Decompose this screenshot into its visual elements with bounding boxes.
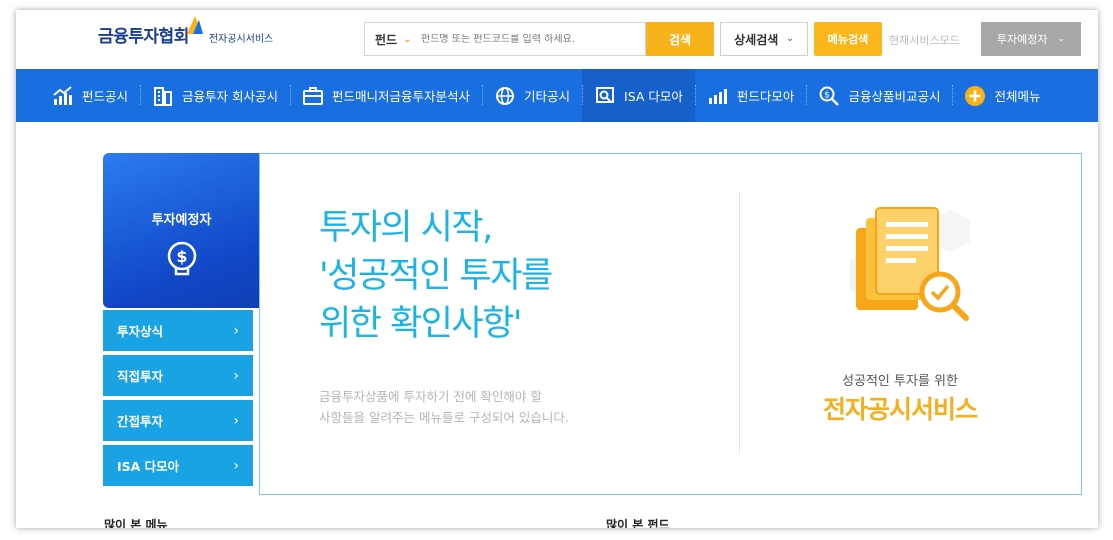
nav-item-all-menu[interactable]: 전체메뉴 bbox=[952, 69, 1052, 122]
advanced-search-label: 상세검색 bbox=[734, 32, 779, 47]
nav-item-company-disclosure[interactable]: 금융투자 회사공시 bbox=[140, 69, 290, 122]
side-item-indirect-investment[interactable]: 간접투자 › bbox=[103, 400, 253, 441]
side-item-label: ISA 다모아 bbox=[117, 459, 180, 474]
hero-line: 위한 확인사항' bbox=[319, 304, 522, 344]
service-mode-select[interactable]: 투자예정자 ⌄ bbox=[981, 22, 1081, 56]
description-line: 금융투자상품에 투자하기 전에 확인해야 할 bbox=[319, 389, 542, 404]
service-mode-label: 현재서비스모드 bbox=[889, 34, 960, 47]
right-brand-title: 전자공시서비스 bbox=[822, 395, 978, 424]
menu-search-button[interactable]: 메뉴검색 bbox=[814, 22, 882, 56]
hero-headline: 투자의 시작, '성공적인 투자를 위한 확인사항' bbox=[319, 204, 553, 348]
chevron-down-icon: ⌄ bbox=[786, 34, 794, 44]
nav-item-other-disclosure[interactable]: 기타공시 bbox=[482, 69, 582, 122]
document-search-illustration-icon bbox=[850, 207, 970, 321]
search-document-icon bbox=[594, 85, 616, 107]
nav-item-fund-manager[interactable]: 펀드매니저금융투자분석사 bbox=[290, 69, 482, 122]
chevron-down-icon: ⌄ bbox=[1057, 34, 1066, 44]
main-banner: 투자의 시작, '성공적인 투자를 위한 확인사항' 금융투자상품에 투자하기 … bbox=[259, 153, 1082, 495]
logo-mark-icon bbox=[186, 16, 203, 34]
magnify-dollar-icon: $ bbox=[818, 85, 840, 107]
right-caption: 성공적인 투자를 위한 bbox=[842, 374, 958, 389]
plus-circle-icon bbox=[964, 85, 986, 107]
advanced-search-button[interactable]: 상세검색 ⌄ bbox=[720, 22, 808, 56]
chevron-right-icon: › bbox=[233, 367, 239, 384]
chart-growth-icon bbox=[52, 85, 74, 107]
side-item-investment-knowledge[interactable]: 투자상식 › bbox=[103, 310, 253, 351]
search-category-label: 펀드 bbox=[375, 32, 398, 47]
description-line: 사항들을 알려주는 메뉴들로 구성되어 있습니다. bbox=[319, 410, 569, 425]
hero-description: 금융투자상품에 투자하기 전에 확인해야 할 사항들을 알려주는 메뉴들로 구성… bbox=[319, 386, 569, 428]
search-category-select[interactable]: 펀드 ⌄ bbox=[365, 31, 421, 48]
chevron-right-icon: › bbox=[233, 457, 239, 474]
nav-item-label: 펀드공시 bbox=[82, 89, 129, 104]
nav-item-product-compare[interactable]: $ 금융상품비교공시 bbox=[806, 69, 952, 122]
nav-item-fund-damoa[interactable]: 펀드다모아 bbox=[694, 69, 807, 122]
nav-item-label: 전체메뉴 bbox=[994, 89, 1041, 104]
briefcase-icon bbox=[302, 85, 324, 107]
side-item-isa-damoa[interactable]: ISA 다모아 › bbox=[103, 445, 253, 486]
chevron-right-icon: › bbox=[233, 412, 239, 429]
side-item-label: 간접투자 bbox=[117, 414, 164, 429]
header: 금융투자협회 전자공시서비스 펀드 ⌄ 검색 상세검색 ⌄ 메뉴검색 현재서비스… bbox=[16, 10, 1098, 68]
svg-text:$: $ bbox=[825, 90, 831, 100]
search-box: 펀드 ⌄ bbox=[364, 22, 646, 56]
globe-icon bbox=[494, 85, 516, 107]
nav-item-label: 펀드매니저금융투자분석사 bbox=[332, 89, 471, 104]
page-frame: 금융투자협회 전자공시서비스 펀드 ⌄ 검색 상세검색 ⌄ 메뉴검색 현재서비스… bbox=[16, 10, 1098, 528]
most-viewed-menu-title: 많이 본 메뉴 bbox=[104, 518, 168, 528]
chevron-down-icon: ⌄ bbox=[403, 33, 412, 45]
logo[interactable]: 금융투자협회 전자공시서비스 bbox=[98, 16, 274, 47]
building-icon bbox=[152, 85, 174, 107]
bar-chart-icon bbox=[707, 85, 729, 107]
chevron-right-icon: › bbox=[233, 322, 239, 339]
side-panel-header: 투자예정자 $ bbox=[103, 153, 260, 308]
nav-item-label: 금융상품비교공시 bbox=[848, 89, 941, 104]
side-item-label: 직접투자 bbox=[117, 369, 164, 384]
side-item-label: 투자상식 bbox=[117, 324, 164, 339]
nav-item-label: ISA 다모아 bbox=[624, 89, 683, 104]
nav-item-label: 기타공시 bbox=[524, 89, 571, 104]
service-mode-value: 투자예정자 bbox=[996, 33, 1048, 46]
most-viewed-fund-title: 많이 본 펀드 bbox=[606, 518, 670, 528]
hero-line: '성공적인 투자를 bbox=[319, 256, 553, 296]
search-input[interactable] bbox=[421, 33, 639, 45]
hero-line: 투자의 시작, bbox=[319, 208, 493, 248]
nav-item-label: 금융투자 회사공시 bbox=[182, 89, 278, 104]
nav-item-label: 펀드다모아 bbox=[736, 89, 795, 104]
main-nav: 펀드공시 금융투자 회사공시 펀드매니저금융투자분석사 기타공시 ISA 다모아 bbox=[16, 69, 1098, 122]
side-menu: 투자상식 › 직접투자 › 간접투자 › ISA 다모아 › bbox=[103, 310, 253, 490]
search-button[interactable]: 검색 bbox=[646, 22, 714, 56]
side-panel-title: 투자예정자 bbox=[151, 213, 212, 228]
divider bbox=[739, 192, 740, 454]
nav-item-isa-damoa[interactable]: ISA 다모아 bbox=[582, 69, 695, 122]
svg-text:$: $ bbox=[176, 247, 187, 266]
nav-item-fund-disclosure[interactable]: 펀드공시 bbox=[16, 69, 140, 122]
logo-sub-text: 전자공시서비스 bbox=[208, 34, 274, 45]
logo-main-text: 금융투자협회 bbox=[98, 27, 189, 47]
side-item-direct-investment[interactable]: 직접투자 › bbox=[103, 355, 253, 396]
lightbulb-dollar-icon: $ bbox=[167, 241, 196, 276]
